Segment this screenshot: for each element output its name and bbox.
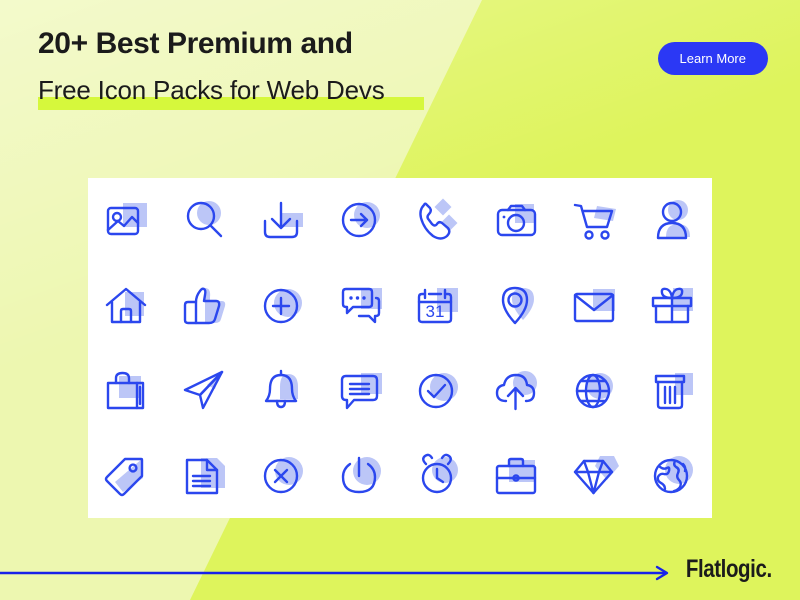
icon-cell[interactable] <box>556 433 634 518</box>
icon-cell[interactable] <box>322 348 400 433</box>
icon-cell[interactable] <box>244 263 322 348</box>
banner-footer: Flatlogic. <box>0 530 800 600</box>
headline: 20+ Best Premium and <box>38 27 353 60</box>
icon-cell[interactable] <box>556 178 634 263</box>
power-icon <box>341 456 381 493</box>
icon-cell[interactable] <box>400 433 478 518</box>
banner-header: 20+ Best Premium and Free Icon Packs for… <box>0 0 800 150</box>
subline-container: Free Icon Packs for Web Devs <box>38 75 424 110</box>
icon-cell[interactable] <box>244 433 322 518</box>
icon-cell[interactable] <box>322 433 400 518</box>
image-icon <box>106 202 147 235</box>
diamond-icon <box>573 455 619 494</box>
message-lines-icon <box>340 372 382 409</box>
shopping-cart-icon <box>573 203 616 240</box>
alarm-clock-icon <box>421 453 458 493</box>
icon-cell[interactable] <box>634 263 712 348</box>
location-pin-icon <box>501 286 534 324</box>
icon-cell[interactable] <box>478 433 556 518</box>
send-icon <box>183 370 224 409</box>
subline: Free Icon Packs for Web Devs <box>38 75 385 105</box>
icon-cell[interactable] <box>400 178 478 263</box>
icon-cell[interactable] <box>244 178 322 263</box>
icon-cell[interactable] <box>166 348 244 433</box>
calendar-day-label: 31 <box>426 302 445 321</box>
learn-more-button[interactable]: Learn More <box>657 42 768 75</box>
icon-cell[interactable] <box>88 348 166 433</box>
shopping-bag-icon <box>106 371 145 409</box>
calendar-icon: 31 <box>417 287 458 323</box>
phone-icon <box>419 198 458 240</box>
thumbs-up-icon <box>183 287 226 324</box>
globe-grid-icon <box>575 372 613 408</box>
icon-cell[interactable] <box>88 433 166 518</box>
bell-icon <box>264 369 298 408</box>
flatlogic-logo[interactable]: Flatlogic. <box>686 555 772 584</box>
icon-showcase-card: 31 <box>88 178 712 518</box>
icon-cell[interactable] <box>478 263 556 348</box>
user-icon <box>656 199 690 239</box>
icon-cell[interactable] <box>556 348 634 433</box>
briefcase-icon <box>495 457 537 494</box>
earth-icon <box>653 455 693 493</box>
search-icon <box>186 200 223 237</box>
check-circle-icon <box>418 372 458 408</box>
camera-icon <box>496 203 537 236</box>
close-circle-icon <box>263 456 303 493</box>
document-icon <box>185 457 225 494</box>
icon-cell[interactable] <box>478 348 556 433</box>
icon-cell[interactable] <box>88 178 166 263</box>
icon-cell[interactable] <box>88 263 166 348</box>
icon-cell[interactable] <box>634 178 712 263</box>
trash-icon <box>654 372 693 409</box>
envelope-icon <box>573 288 615 322</box>
icon-grid: 31 <box>88 178 712 518</box>
icon-cell[interactable] <box>166 263 244 348</box>
gift-icon <box>651 287 693 323</box>
icon-cell[interactable]: 31 <box>400 263 478 348</box>
icon-cell[interactable] <box>322 263 400 348</box>
arrow-right-circle-icon <box>341 201 380 237</box>
icon-cell[interactable] <box>400 348 478 433</box>
plus-circle-icon <box>263 288 302 323</box>
icon-cell[interactable] <box>166 433 244 518</box>
footer-arrow-rule <box>0 565 669 581</box>
home-icon <box>105 287 147 323</box>
icon-cell[interactable] <box>244 348 322 433</box>
icon-cell[interactable] <box>634 433 712 518</box>
download-icon <box>263 201 303 238</box>
cloud-upload-icon <box>495 370 537 410</box>
icon-cell[interactable] <box>556 263 634 348</box>
icon-cell[interactable] <box>322 178 400 263</box>
icon-cell[interactable] <box>166 178 244 263</box>
icon-cell[interactable] <box>478 178 556 263</box>
promo-banner: 20+ Best Premium and Free Icon Packs for… <box>0 0 800 600</box>
icon-cell[interactable] <box>634 348 712 433</box>
tag-icon <box>104 457 144 496</box>
chat-bubbles-icon <box>341 287 382 323</box>
